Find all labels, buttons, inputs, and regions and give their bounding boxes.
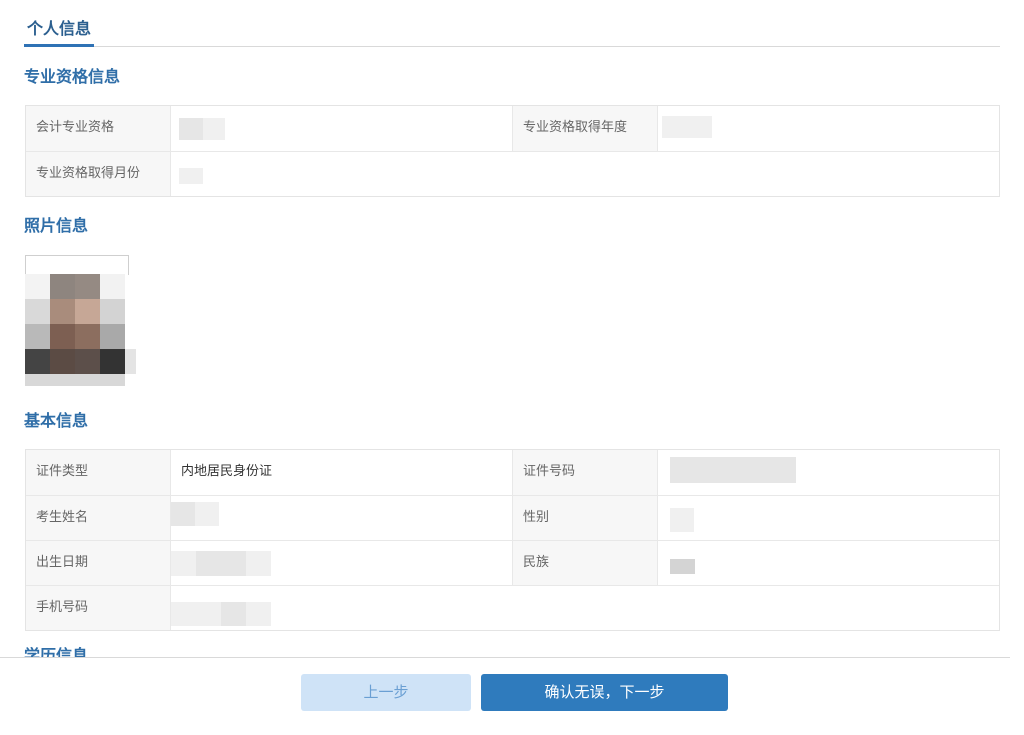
- id-number-label: 证件号码: [513, 450, 658, 495]
- name-value: [171, 496, 513, 540]
- table-row: 专业资格取得月份: [26, 151, 999, 196]
- section-title-photo: 照片信息: [24, 216, 89, 235]
- section-title-education: 学历信息: [24, 646, 89, 657]
- birth-date-value: [171, 541, 513, 585]
- table-row: 出生日期 民族: [26, 540, 999, 585]
- id-type-label: 证件类型: [26, 450, 171, 495]
- year-value: [658, 106, 999, 151]
- footer-action-bar: 上一步 确认无误，下一步: [0, 657, 1010, 735]
- gender-label: 性别: [513, 496, 658, 540]
- candidate-photo: [25, 274, 136, 386]
- section-title-basic: 基本信息: [24, 411, 89, 430]
- ethnicity-label: 民族: [513, 541, 658, 585]
- phone-label: 手机号码: [26, 586, 171, 630]
- name-label: 考生姓名: [26, 496, 171, 540]
- qualification-label: 会计专业资格: [26, 106, 171, 151]
- phone-value: [171, 586, 999, 630]
- table-row: 证件类型 内地居民身份证 证件号码: [26, 450, 999, 495]
- id-number-value: [658, 450, 999, 495]
- ethnicity-value: [658, 541, 999, 585]
- table-row: 考生姓名 性别: [26, 495, 999, 540]
- birth-date-label: 出生日期: [26, 541, 171, 585]
- professional-info-table: 会计专业资格 专业资格取得年度 专业资格取得月份: [25, 105, 1000, 197]
- page-tabbar: 个人信息: [24, 0, 1000, 47]
- basic-info-table: 证件类型 内地居民身份证 证件号码 考生姓名 性别 出生日期 民族 手机号码: [25, 449, 1000, 631]
- prev-step-button[interactable]: 上一步: [301, 674, 471, 711]
- qualification-value: [171, 106, 513, 151]
- gender-value: [658, 496, 999, 540]
- table-row: 手机号码: [26, 585, 999, 630]
- table-row: 会计专业资格 专业资格取得年度: [26, 106, 999, 151]
- confirm-next-button[interactable]: 确认无误，下一步: [481, 674, 728, 711]
- year-label: 专业资格取得年度: [513, 106, 658, 151]
- month-value: [171, 152, 999, 196]
- month-label: 专业资格取得月份: [26, 152, 171, 196]
- photo-frame: [25, 255, 129, 275]
- section-title-professional: 专业资格信息: [24, 67, 121, 86]
- tab-personal-info[interactable]: 个人信息: [24, 18, 95, 47]
- id-type-value: 内地居民身份证: [171, 450, 513, 495]
